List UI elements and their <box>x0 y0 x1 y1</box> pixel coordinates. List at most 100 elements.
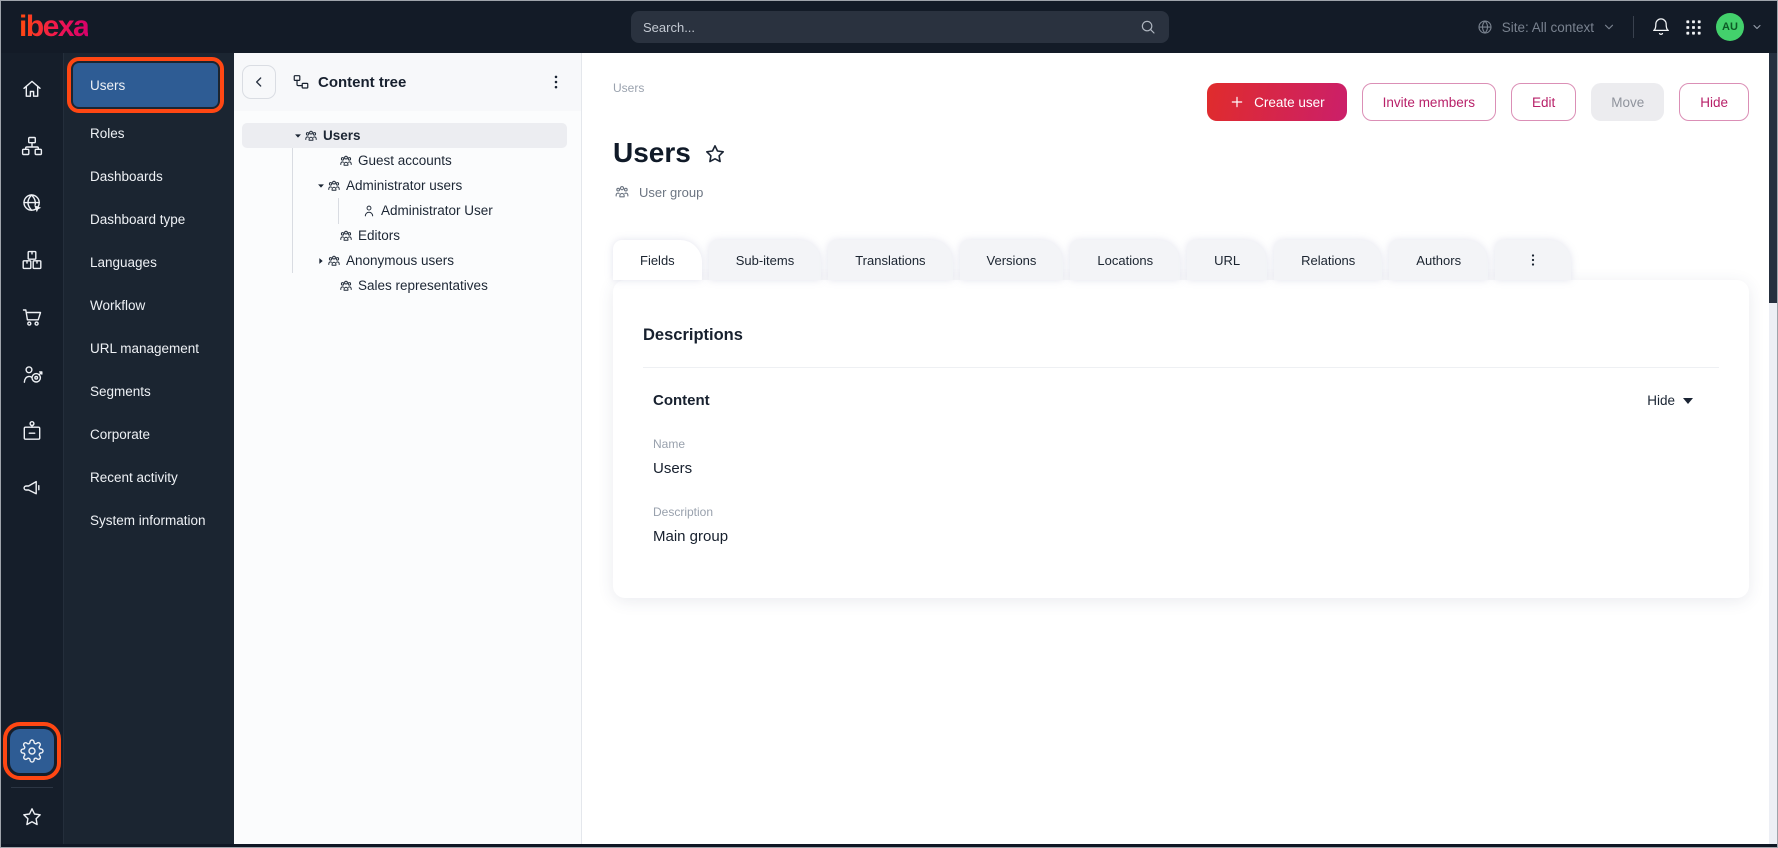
content-tree: Users Guest accounts Administrator users Ad… <box>234 111 581 298</box>
avatar[interactable]: AU <box>1716 13 1744 41</box>
action-buttons: Create user Invite members Edit Move Hide <box>1207 83 1749 121</box>
tree-item-sales-representatives[interactable]: Sales representatives <box>242 273 567 298</box>
tree-item-administrator-users[interactable]: Administrator users <box>242 173 567 198</box>
main-content: Users Create user Invite members Edit Move H… <box>582 53 1777 847</box>
rail-item-home[interactable] <box>12 69 52 109</box>
rail-item-commerce[interactable] <box>12 297 52 337</box>
search-input[interactable] <box>643 19 1139 35</box>
tree-item-label: Users <box>323 128 361 143</box>
rail-item-personalization[interactable] <box>12 354 52 394</box>
field-name: Name Users <box>653 437 1719 477</box>
sidebar-item-recent-activity[interactable]: Recent activity <box>64 456 234 499</box>
tab-bar: Fields Sub-items Translations Versions Locat… <box>613 240 1749 280</box>
tab-versions[interactable]: Versions <box>959 240 1064 280</box>
favorite-star-icon[interactable] <box>703 142 727 166</box>
card-divider <box>643 367 1719 368</box>
chevron-down-icon <box>1602 20 1616 34</box>
content-tree-header: Content tree <box>234 53 581 111</box>
apps-grid-icon[interactable] <box>1684 18 1703 37</box>
collapse-tree-button[interactable] <box>242 65 276 99</box>
content-group-header: Content Hide <box>643 392 1719 409</box>
field-label: Name <box>653 437 686 451</box>
packages-icon <box>20 248 44 272</box>
kebab-menu-icon <box>1525 252 1541 268</box>
page-scrollbar[interactable] <box>1769 53 1777 844</box>
user-group-icon <box>338 278 354 294</box>
edit-button[interactable]: Edit <box>1510 83 1577 121</box>
scrollbar-thumb[interactable] <box>1769 53 1777 303</box>
content-type-row: User group <box>613 183 1777 201</box>
sidebar-item-url-management[interactable]: URL management <box>64 327 234 370</box>
breadcrumb[interactable]: Users <box>613 81 644 95</box>
rail-item-corporate[interactable] <box>12 411 52 451</box>
ibexa-logo[interactable]: ibexa <box>19 10 90 44</box>
tree-item-guest-accounts[interactable]: Guest accounts <box>242 148 567 173</box>
notifications-bell-icon[interactable] <box>1651 17 1671 37</box>
sidebar-item-system-information[interactable]: System information <box>64 499 234 542</box>
rail-item-marketing[interactable] <box>12 468 52 508</box>
user-group-icon <box>613 183 631 201</box>
search-icon[interactable] <box>1139 18 1157 36</box>
content-group-title: Content <box>653 392 710 409</box>
site-context-selector[interactable]: Site: All context <box>1476 18 1616 36</box>
personalization-icon <box>20 362 44 386</box>
sidebar-item-users[interactable]: Users <box>67 57 224 113</box>
tree-item-label: Sales representatives <box>358 278 488 293</box>
user-group-icon <box>303 128 319 144</box>
icon-rail <box>1 53 63 847</box>
sidebar-item-corporate[interactable]: Corporate <box>64 413 234 456</box>
caret-right-icon[interactable] <box>316 256 326 266</box>
sidebar-item-roles[interactable]: Roles <box>64 112 234 155</box>
sidebar-item-dashboards[interactable]: Dashboards <box>64 155 234 198</box>
tree-item-label: Administrator User <box>381 203 493 218</box>
tree-guide-line <box>292 148 293 273</box>
tab-more[interactable] <box>1495 240 1572 280</box>
rail-item-site[interactable] <box>12 183 52 223</box>
tree-item-label: Guest accounts <box>358 153 452 168</box>
tab-relations[interactable]: Relations <box>1274 240 1383 280</box>
field-description: Description Main group <box>653 505 1719 545</box>
tab-sub-items[interactable]: Sub-items <box>708 240 822 280</box>
sidebar-item-languages[interactable]: Languages <box>64 241 234 284</box>
kebab-menu-icon[interactable] <box>547 73 565 91</box>
sidebar-item-dashboard-type[interactable]: Dashboard type <box>64 198 234 241</box>
chevron-left-icon <box>251 74 267 90</box>
sidebar-item-workflow[interactable]: Workflow <box>64 284 234 327</box>
plus-icon <box>1229 94 1245 110</box>
tab-url[interactable]: URL <box>1187 240 1268 280</box>
sidebar-item-segments[interactable]: Segments <box>64 370 234 413</box>
tab-locations[interactable]: Locations <box>1070 240 1181 280</box>
chevron-down-icon[interactable] <box>1751 21 1763 33</box>
caret-down-icon[interactable] <box>293 131 303 141</box>
content-tree-panel: Content tree Users Guest accounts Administ… <box>234 53 582 847</box>
topbar-divider <box>1633 16 1634 38</box>
rail-item-admin-settings[interactable] <box>3 722 61 780</box>
field-value: Users <box>653 460 693 477</box>
move-button[interactable]: Move <box>1591 83 1665 121</box>
field-label: Description <box>653 505 714 519</box>
page-title: Users <box>613 137 691 168</box>
create-user-label: Create user <box>1254 94 1325 110</box>
rail-item-content-structure[interactable] <box>12 126 52 166</box>
collapse-group-control[interactable]: Hide <box>1647 393 1693 408</box>
tab-authors[interactable]: Authors <box>1389 240 1489 280</box>
rail-item-bookmarks[interactable] <box>12 797 52 837</box>
settings-sidebar: Users Roles Dashboards Dashboard type Langua… <box>63 53 234 847</box>
caret-down-icon[interactable] <box>316 181 326 191</box>
tree-item-anonymous-users[interactable]: Anonymous users <box>242 248 567 273</box>
tree-item-administrator-user[interactable]: Administrator User <box>242 198 567 223</box>
globe-icon <box>1476 18 1494 36</box>
invite-members-button[interactable]: Invite members <box>1361 83 1496 121</box>
create-user-button[interactable]: Create user <box>1207 83 1347 121</box>
tree-item-users[interactable]: Users <box>242 123 567 148</box>
hide-button[interactable]: Hide <box>1679 83 1749 121</box>
tree-item-editors[interactable]: Editors <box>242 223 567 248</box>
gear-icon <box>20 739 44 763</box>
star-icon <box>20 805 44 829</box>
rail-item-products[interactable] <box>12 240 52 280</box>
global-search <box>631 11 1169 43</box>
caret-down-icon <box>1683 397 1693 404</box>
tab-translations[interactable]: Translations <box>828 240 953 280</box>
tab-fields[interactable]: Fields <box>613 240 702 280</box>
rail-divider <box>11 787 53 788</box>
